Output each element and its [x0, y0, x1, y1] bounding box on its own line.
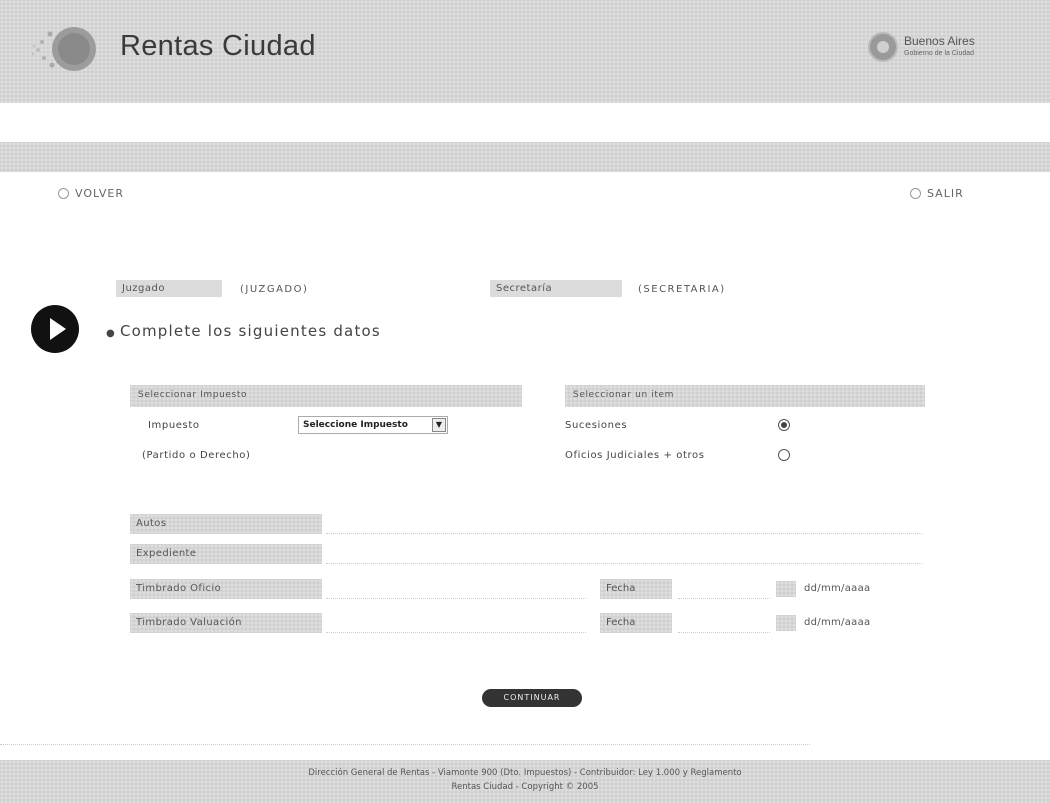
radio-sucesiones[interactable]	[778, 419, 790, 431]
timbrado-oficio-label: Timbrado Oficio	[130, 579, 322, 599]
footer: Dirección General de Rentas - Viamonte 9…	[0, 760, 1050, 803]
app-title: Rentas Ciudad	[120, 30, 316, 62]
calendar-icon[interactable]	[776, 581, 796, 597]
date-hint-1: dd/mm/aaaa	[804, 583, 871, 594]
expediente-label: Expediente	[130, 544, 322, 564]
header-banner: Rentas Ciudad Buenos Aires Gobierno de l…	[0, 0, 1050, 103]
circle-icon	[58, 188, 69, 199]
secretaria-label: Secretaría	[490, 280, 622, 297]
back-link-label: VOLVER	[75, 187, 125, 200]
ba-seal-icon	[868, 32, 898, 62]
fecha-input-1[interactable]	[678, 579, 770, 599]
submit-button[interactable]: CONTINUAR	[482, 689, 582, 707]
juzgado-value: (JUZGADO)	[240, 284, 309, 295]
exit-link-label: SALIR	[927, 187, 964, 200]
bullet-icon: ●	[106, 328, 116, 339]
item-label-oficios: Oficios Judiciales + otros	[565, 450, 705, 461]
impuesto-select-value: Seleccione Impuesto	[303, 420, 408, 430]
calendar-icon[interactable]	[776, 615, 796, 631]
expediente-input[interactable]	[326, 544, 922, 564]
section-heading: ● Complete los siguientes datos	[106, 322, 381, 340]
ba-logo-subtitle: Gobierno de la Ciudad	[904, 50, 975, 57]
juzgado-label: Juzgado	[116, 280, 222, 297]
buenos-aires-logo: Buenos Aires Gobierno de la Ciudad	[868, 32, 1018, 68]
impuesto-box-title: Seleccionar Impuesto	[130, 385, 522, 407]
items-box-title: Seleccionar un item	[565, 385, 925, 407]
radio-oficios[interactable]	[778, 449, 790, 461]
timbrado-oficio-input[interactable]	[326, 579, 586, 599]
chevron-down-icon[interactable]: ▼	[432, 418, 446, 432]
partido-text: (Partido o Derecho)	[142, 450, 251, 461]
section-heading-text: Complete los siguientes datos	[119, 322, 381, 340]
fecha-label-1: Fecha	[600, 579, 672, 599]
back-link[interactable]: VOLVER	[58, 187, 124, 200]
play-circle-icon	[31, 305, 79, 353]
timbrado-valuacion-input[interactable]	[326, 613, 586, 633]
fecha-label-2: Fecha	[600, 613, 672, 633]
timbrado-valuacion-label: Timbrado Valuación	[130, 613, 322, 633]
impuesto-select[interactable]: Seleccione Impuesto ▼	[298, 416, 448, 434]
nav-band	[0, 142, 1050, 172]
circle-icon	[910, 188, 921, 199]
impuesto-label: Impuesto	[148, 420, 200, 431]
autos-input[interactable]	[326, 514, 922, 534]
exit-link[interactable]: SALIR	[910, 187, 964, 200]
fecha-input-2[interactable]	[678, 613, 770, 633]
footer-line-1: Dirección General de Rentas - Viamonte 9…	[308, 768, 742, 778]
ba-logo-name: Buenos Aires	[904, 34, 975, 48]
divider	[0, 744, 810, 745]
item-label-sucesiones: Sucesiones	[565, 420, 628, 431]
footer-line-2: Rentas Ciudad - Copyright © 2005	[451, 782, 599, 792]
autos-label: Autos	[130, 514, 322, 534]
date-hint-2: dd/mm/aaaa	[804, 617, 871, 628]
secretaria-value: (SECRETARIA)	[638, 284, 726, 295]
rentas-logo-icon	[31, 27, 96, 71]
